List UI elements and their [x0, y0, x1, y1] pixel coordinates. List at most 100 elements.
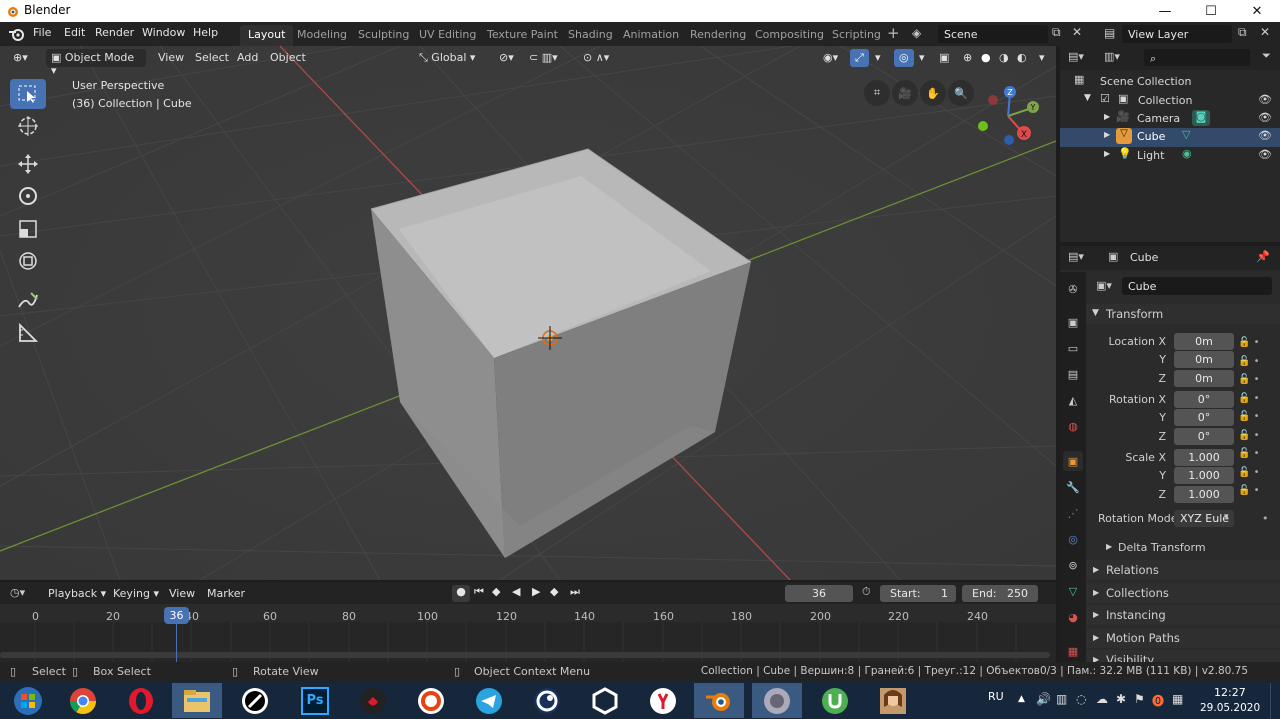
- menu-window[interactable]: Window: [142, 26, 185, 39]
- playhead-frame-badge[interactable]: 36: [164, 607, 189, 624]
- display-mode-icon[interactable]: ▥▾: [1104, 50, 1120, 63]
- menu-edit[interactable]: Edit: [64, 26, 85, 39]
- keyframe-dot-icon[interactable]: •: [1262, 512, 1269, 525]
- remove-view-layer-icon[interactable]: ✕: [1260, 25, 1270, 39]
- taskbar-cinema4d[interactable]: [522, 683, 572, 718]
- tray-flag-icon[interactable]: ⚑: [1134, 692, 1145, 706]
- view-layer-icon[interactable]: ▤: [1104, 26, 1115, 40]
- blender-menu-icon[interactable]: [8, 26, 26, 42]
- playhead-line[interactable]: [176, 620, 177, 662]
- outliner-search-input[interactable]: ⌕: [1144, 49, 1250, 66]
- tab-modeling[interactable]: Modeling: [289, 25, 355, 46]
- clock-time[interactable]: 12:27: [1214, 686, 1246, 699]
- mesh-data-tab-icon[interactable]: ▽: [1063, 581, 1083, 601]
- outliner-item-cube[interactable]: ▶ ▽ Cube ▽ 👁: [1060, 128, 1280, 147]
- taskbar-yandex[interactable]: [638, 683, 688, 718]
- current-frame-field[interactable]: 36: [785, 585, 853, 602]
- cursor-tool[interactable]: [10, 111, 46, 141]
- language-indicator[interactable]: RU: [988, 690, 1004, 703]
- taskbar-app[interactable]: [348, 683, 398, 718]
- pan-view-icon[interactable]: ✋: [920, 80, 946, 106]
- view-layer-tab-icon[interactable]: ▤: [1063, 364, 1083, 384]
- tab-compositing[interactable]: Compositing: [747, 25, 832, 46]
- tab-shading[interactable]: Shading: [560, 25, 621, 46]
- lock-icon[interactable]: 🔓 •: [1238, 482, 1272, 501]
- toggle-perspective-icon[interactable]: ⌗: [864, 80, 890, 106]
- taskbar-chrome[interactable]: [58, 683, 108, 718]
- particles-tab-icon[interactable]: ⋰: [1063, 503, 1083, 523]
- visibility-panel-header[interactable]: ▶ Visibility: [1086, 650, 1280, 662]
- tray-bluetooth-icon[interactable]: ✱: [1116, 692, 1126, 706]
- move-tool[interactable]: [10, 149, 46, 179]
- view-layer-field[interactable]: View Layer: [1122, 25, 1232, 43]
- motion-paths-panel-header[interactable]: ▶ Motion Paths: [1086, 628, 1280, 648]
- timeline-menu-view[interactable]: View: [169, 587, 195, 600]
- rotation-z-field[interactable]: 0°: [1174, 428, 1234, 445]
- 3d-viewport[interactable]: [0, 46, 1056, 580]
- outliner-item-light[interactable]: ▶ 💡 Light ◉ 👁: [1060, 147, 1280, 166]
- tab-scripting[interactable]: Scripting: [824, 25, 889, 46]
- show-desktop-button[interactable]: [1270, 683, 1280, 719]
- properties-editor-icon[interactable]: ▤▾: [1068, 250, 1084, 263]
- lock-icon[interactable]: 🔓 •: [1238, 464, 1272, 483]
- physics-tab-icon[interactable]: ◎: [1063, 529, 1083, 549]
- render-tab-icon[interactable]: ▣: [1063, 312, 1083, 332]
- start-frame-field[interactable]: Start: 1: [880, 585, 956, 602]
- object-tab-icon[interactable]: ▣: [1063, 451, 1083, 471]
- tab-uv-editing[interactable]: UV Editing: [411, 25, 484, 46]
- tab-layout[interactable]: Layout: [240, 25, 294, 46]
- start-button[interactable]: [0, 683, 56, 718]
- camera-view-icon[interactable]: 🎥: [892, 80, 918, 106]
- taskbar-utorrent[interactable]: [810, 683, 860, 718]
- end-frame-field[interactable]: End: 250: [962, 585, 1038, 602]
- taskbar-inkscape[interactable]: [230, 683, 280, 718]
- proportional-edit-icon[interactable]: ⊙ ∧▾: [578, 49, 614, 67]
- zoom-view-icon[interactable]: 🔍: [948, 80, 974, 106]
- relations-panel-header[interactable]: ▶ Relations: [1086, 560, 1280, 580]
- tab-sculpting[interactable]: Sculpting: [350, 25, 417, 46]
- gizmo-dropdown-icon[interactable]: ▾: [870, 49, 886, 67]
- taskbar-speaker[interactable]: [752, 683, 802, 718]
- eye-icon[interactable]: 👁: [1258, 93, 1272, 106]
- location-z-field[interactable]: 0m: [1174, 370, 1234, 387]
- minimize-button[interactable]: —: [1142, 0, 1188, 22]
- scene-icon[interactable]: ◈: [912, 26, 934, 42]
- checkbox-icon[interactable]: ☑: [1100, 92, 1110, 105]
- overlays-dropdown-icon[interactable]: ▾: [914, 49, 930, 67]
- outliner-collection[interactable]: ▼ ☑ ▣ Collection 👁: [1060, 92, 1280, 111]
- lock-icon[interactable]: 🔓 •: [1238, 334, 1272, 353]
- network-icon[interactable]: ▥: [1056, 692, 1067, 706]
- shading-options-icon[interactable]: ▾: [1034, 49, 1050, 67]
- shading-wireframe-icon[interactable]: ⊕: [958, 49, 977, 67]
- filter-icon[interactable]: ⏷: [1262, 49, 1271, 63]
- play-button[interactable]: ▶: [532, 585, 548, 598]
- location-y-field[interactable]: 0m: [1174, 351, 1234, 368]
- pin-icon[interactable]: 📌: [1256, 250, 1270, 263]
- taskbar-unity[interactable]: [580, 683, 630, 718]
- clock-icon[interactable]: ⏱: [862, 585, 871, 599]
- annotate-tool[interactable]: [10, 285, 46, 315]
- close-button[interactable]: ✕: [1234, 0, 1280, 22]
- taskbar-avatar-app[interactable]: [868, 683, 918, 718]
- jump-end-button[interactable]: ⏭: [570, 585, 586, 599]
- add-workspace-button[interactable]: +: [887, 24, 900, 42]
- timeline-editor-icon[interactable]: ◷▾: [10, 586, 25, 599]
- editor-type-icon[interactable]: ⊕▾: [8, 49, 33, 67]
- scale-tool[interactable]: [10, 214, 46, 244]
- navigation-gizmo[interactable]: X Y Z: [972, 82, 1044, 152]
- tab-rendering[interactable]: Rendering: [682, 25, 754, 46]
- tray-cloud-icon[interactable]: ☁: [1096, 692, 1108, 706]
- snap-icon[interactable]: ⊂ ▥▾: [524, 49, 563, 67]
- transform-tool[interactable]: [10, 246, 46, 276]
- tool-tab-icon[interactable]: ✇: [1063, 279, 1083, 299]
- scene-tab-icon[interactable]: ◭: [1063, 390, 1083, 410]
- shading-solid-icon[interactable]: ●: [976, 49, 996, 67]
- select-box-tool[interactable]: [10, 79, 46, 109]
- jump-start-button[interactable]: ⏮: [474, 585, 490, 599]
- timeline-menu-marker[interactable]: Marker: [207, 587, 245, 600]
- viewport-menu-select[interactable]: Select: [190, 49, 234, 67]
- taskbar-telegram[interactable]: [464, 683, 514, 718]
- instancing-panel-header[interactable]: ▶ Instancing: [1086, 605, 1280, 625]
- lock-icon[interactable]: 🔓 •: [1238, 353, 1272, 372]
- eye-icon[interactable]: 👁: [1258, 111, 1272, 124]
